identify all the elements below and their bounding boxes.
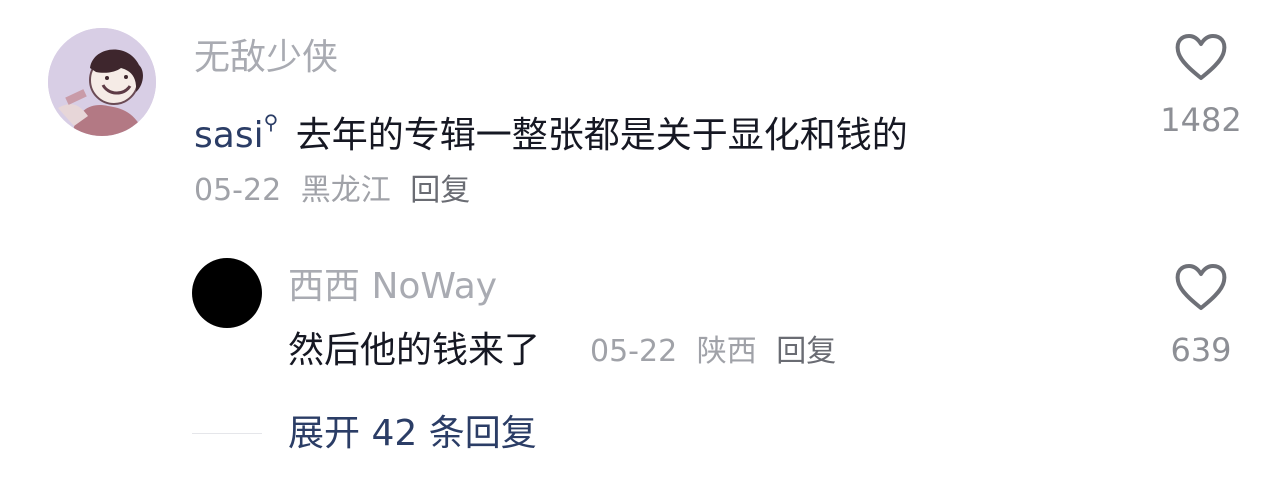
reply-content: 然后他的钱来了 (288, 330, 541, 371)
comment-meta: 05-22 黑龙江 回复 (194, 171, 480, 211)
comment-username[interactable]: 无敌少侠 (194, 36, 338, 80)
heart-outline-icon (1175, 34, 1227, 80)
reply-reply-button[interactable]: 回复 (776, 334, 836, 369)
comment-like-count: 1482 (1160, 101, 1242, 139)
reply-meta: 05-22 陕西 回复 (590, 332, 846, 372)
comment-content: sasi⚲ 去年的专辑一整张都是关于显化和钱的 (194, 100, 908, 158)
reply-username[interactable]: 西西 NoWay (288, 265, 497, 309)
reply-date: 05-22 (590, 334, 678, 369)
cartoon-avatar-icon (48, 28, 156, 136)
expand-divider (192, 433, 262, 434)
comment-location: 黑龙江 (300, 173, 391, 208)
comment-text: 去年的专辑一整张都是关于显化和钱的 (295, 115, 908, 156)
reply-avatar[interactable] (192, 258, 262, 328)
comment-date: 05-22 (194, 173, 282, 208)
expand-replies-button[interactable]: 展开 42 条回复 (288, 410, 537, 458)
comment-reply-button[interactable]: 回复 (410, 173, 470, 208)
user-avatar[interactable] (48, 28, 156, 136)
search-icon: ⚲ (263, 110, 279, 134)
reply-location: 陕西 (696, 334, 757, 369)
reply-like-button[interactable]: 639 (1156, 264, 1246, 370)
mention-link[interactable]: sasi⚲ (194, 110, 296, 156)
heart-outline-icon (1175, 264, 1227, 310)
mention-name[interactable]: sasi (194, 115, 264, 156)
reply-like-count: 639 (1170, 331, 1232, 369)
comment-like-button[interactable]: 1482 (1156, 34, 1246, 140)
